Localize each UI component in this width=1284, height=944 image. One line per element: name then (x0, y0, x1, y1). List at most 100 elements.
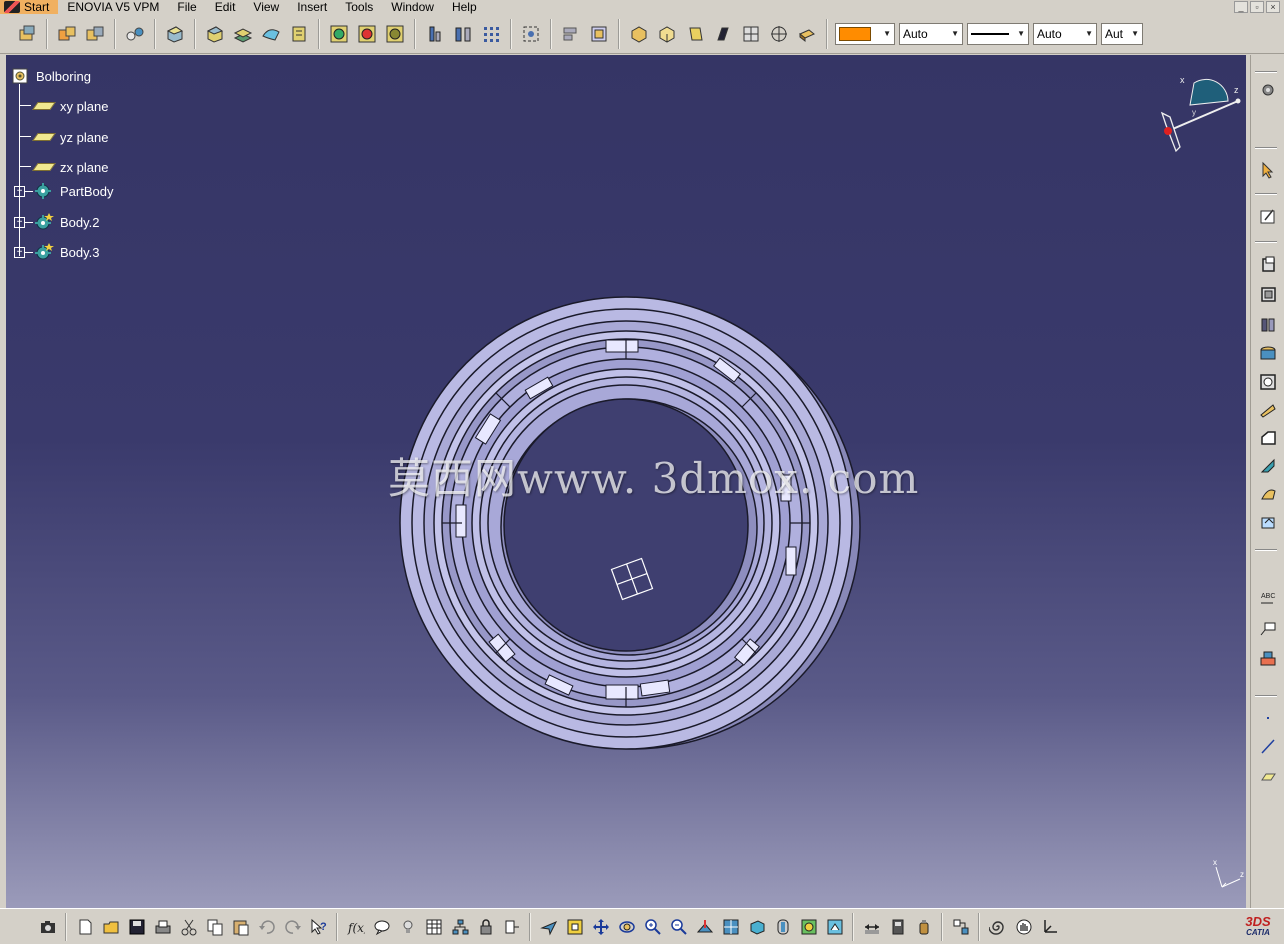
point-icon[interactable] (1257, 707, 1279, 729)
select-arrow-icon[interactable] (1257, 159, 1279, 181)
compass-icon[interactable]: x y z (1154, 73, 1246, 157)
layout-icon[interactable] (587, 22, 611, 46)
target-icon[interactable] (767, 22, 791, 46)
hole-icon[interactable] (1257, 371, 1279, 393)
transform-icon[interactable] (949, 915, 972, 939)
iso-view-icon[interactable] (745, 915, 768, 939)
rule-icon[interactable] (500, 915, 523, 939)
mass-icon[interactable] (912, 915, 935, 939)
camera-icon[interactable] (36, 915, 59, 939)
flag-note-icon[interactable] (1257, 617, 1279, 639)
tree-item-body2[interactable]: Body.2 (34, 211, 100, 233)
formula-icon[interactable]: f(x) (344, 915, 367, 939)
expand-partbody-button[interactable]: + (14, 186, 25, 197)
body-icon[interactable] (203, 22, 227, 46)
catalog-icon[interactable] (383, 22, 407, 46)
new-component-icon[interactable] (55, 22, 79, 46)
surface-icon[interactable] (259, 22, 283, 46)
fit-all-in-icon[interactable] (563, 915, 586, 939)
tree-root[interactable]: Bolboring (10, 65, 91, 87)
view-mode-icon[interactable] (771, 915, 794, 939)
slot-icon[interactable] (1257, 427, 1279, 449)
stop-icon[interactable] (355, 22, 379, 46)
shaft-icon[interactable] (1257, 313, 1279, 335)
rotate-icon[interactable] (615, 915, 638, 939)
lock-icon[interactable] (474, 915, 497, 939)
menu-tools[interactable]: Tools (336, 0, 382, 14)
normal-view-icon[interactable] (693, 915, 716, 939)
plane-icon[interactable] (1257, 765, 1279, 787)
align-icon[interactable] (559, 22, 583, 46)
apply-material-icon[interactable] (1257, 647, 1279, 669)
measure-icon[interactable] (423, 22, 447, 46)
line-thickness-dropdown[interactable]: Auto ▼ (1033, 22, 1097, 45)
zoom-in-icon[interactable] (641, 915, 664, 939)
menu-window[interactable]: Window (382, 0, 443, 14)
undo-icon[interactable] (255, 915, 278, 939)
table-icon[interactable] (422, 915, 445, 939)
zoom-out-icon[interactable] (667, 915, 690, 939)
paste-icon[interactable] (229, 915, 252, 939)
redo-icon[interactable] (281, 915, 304, 939)
multi-view-icon[interactable] (739, 22, 763, 46)
fly-mode-icon[interactable] (537, 915, 560, 939)
annotation-text-icon[interactable]: ABC (1257, 587, 1279, 609)
gear-icon[interactable] (1257, 79, 1279, 101)
bearing-model[interactable] (386, 295, 866, 755)
rib-icon[interactable] (1257, 399, 1279, 421)
hand-icon[interactable] (1012, 915, 1035, 939)
tree-item-xy-plane[interactable]: xy plane (32, 95, 108, 117)
3d-viewport[interactable]: Bolboring xy plane yz plane zx plane + P… (6, 55, 1246, 908)
sketch-body-icon[interactable] (287, 22, 311, 46)
wireframe-icon[interactable] (711, 22, 735, 46)
tree-item-body3[interactable]: Body.3 (34, 241, 100, 263)
multi-view-icon[interactable] (719, 915, 742, 939)
product-icon[interactable] (15, 22, 39, 46)
measure-between-icon[interactable] (451, 22, 475, 46)
linetype-dropdown[interactable]: ▼ (967, 22, 1029, 45)
remove-loft-icon[interactable] (1257, 511, 1279, 533)
insert-body-icon[interactable] (163, 22, 187, 46)
line-weight-dropdown[interactable]: Aut ▼ (1101, 22, 1143, 45)
menu-edit[interactable]: Edit (206, 0, 245, 14)
fit-all-icon[interactable] (519, 22, 543, 46)
cut-icon[interactable] (177, 915, 200, 939)
menu-file[interactable]: File (168, 0, 205, 14)
tree-item-yz-plane[interactable]: yz plane (32, 126, 108, 148)
tree-item-zx-plane[interactable]: zx plane (32, 156, 108, 178)
constraint-icon[interactable] (123, 22, 147, 46)
sketcher-icon[interactable] (1257, 205, 1279, 227)
tree-icon[interactable] (448, 915, 471, 939)
geometrical-set-icon[interactable] (231, 22, 255, 46)
close-button[interactable]: × (1266, 1, 1280, 13)
groove-icon[interactable] (1257, 343, 1279, 365)
measure-inertia-icon[interactable] (886, 915, 909, 939)
menu-help[interactable]: Help (443, 0, 486, 14)
expand-body2-button[interactable]: + (14, 217, 25, 228)
shading-icon[interactable] (627, 22, 651, 46)
menu-view[interactable]: View (244, 0, 288, 14)
print-icon[interactable] (151, 915, 174, 939)
menu-insert[interactable]: Insert (288, 0, 336, 14)
transparency-dropdown[interactable]: Auto ▼ (899, 22, 963, 45)
bulb-icon[interactable] (396, 915, 419, 939)
pocket-icon[interactable] (1257, 283, 1279, 305)
pad-icon[interactable] (1257, 253, 1279, 275)
shading-edges-icon[interactable] (655, 22, 679, 46)
menu-enovia[interactable]: ENOVIA V5 VPM (58, 0, 168, 14)
new-file-icon[interactable] (73, 915, 96, 939)
hide-show-icon[interactable] (797, 915, 820, 939)
minimize-button[interactable]: _ (1234, 1, 1248, 13)
line-icon[interactable] (1257, 735, 1279, 757)
comment-icon[interactable] (370, 915, 393, 939)
swap-space-icon[interactable] (823, 915, 846, 939)
save-icon[interactable] (125, 915, 148, 939)
measure-item-icon[interactable] (860, 915, 883, 939)
render-icon[interactable] (795, 22, 819, 46)
update-icon[interactable] (327, 22, 351, 46)
menu-start[interactable]: Start (0, 0, 59, 14)
restore-button[interactable]: ▫ (1250, 1, 1264, 13)
axis-system-icon[interactable] (1038, 915, 1061, 939)
hidden-edges-icon[interactable] (683, 22, 707, 46)
spiral-icon[interactable] (986, 915, 1009, 939)
